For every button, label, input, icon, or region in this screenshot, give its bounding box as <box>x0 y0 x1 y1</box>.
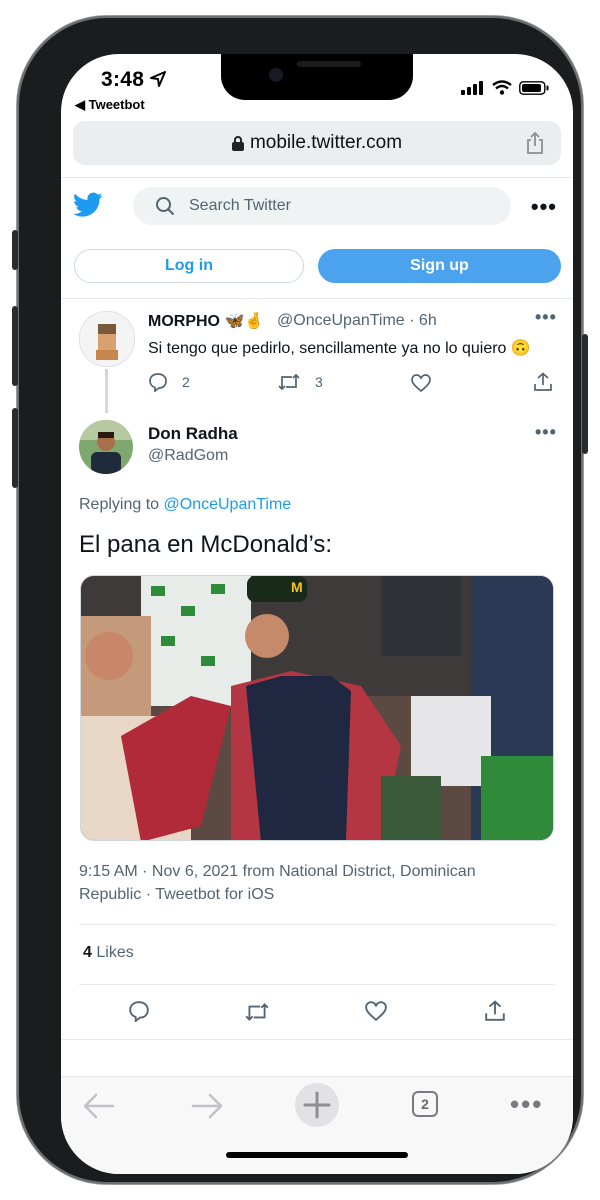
likes-count[interactable]: 4 Likes <box>83 944 134 962</box>
tweet-media-image[interactable]: M <box>80 575 554 841</box>
location-arrow-icon <box>150 71 167 87</box>
notch <box>221 54 413 100</box>
parent-reply-action[interactable]: 2 <box>148 372 190 392</box>
tweet-more-icon[interactable]: ••• <box>535 422 557 443</box>
tweet-text: El pana en McDonald’s: <box>79 531 333 558</box>
thread-line <box>105 369 108 413</box>
back-icon[interactable] <box>83 1093 115 1119</box>
twitter-logo-icon[interactable] <box>73 192 103 218</box>
wifi-icon <box>492 80 512 95</box>
status-time: 3:48 <box>101 68 167 92</box>
replying-to-link[interactable]: @OnceUpanTime <box>164 496 292 513</box>
share-icon[interactable] <box>525 131 545 155</box>
retweet-icon[interactable] <box>244 1001 270 1023</box>
lock-icon <box>231 135 244 151</box>
signup-button[interactable]: Sign up <box>318 249 561 283</box>
signal-icon <box>461 80 483 95</box>
parent-more-icon[interactable]: ••• <box>535 307 557 328</box>
url-bar[interactable]: mobile.twitter.com <box>73 121 561 165</box>
reply-icon[interactable] <box>128 1000 150 1022</box>
search-icon <box>156 197 175 216</box>
author-name[interactable]: Don Radha <box>148 424 238 444</box>
like-icon[interactable] <box>365 1001 387 1021</box>
author-handle[interactable]: @RadGom <box>148 447 228 465</box>
battery-icon <box>519 80 549 95</box>
home-indicator <box>226 1152 408 1158</box>
status-icons <box>461 80 549 95</box>
avatar-don-radha[interactable] <box>79 420 133 474</box>
search-placeholder: Search Twitter <box>189 197 291 214</box>
parent-author-handle[interactable]: @OnceUpanTime · 6h <box>277 312 437 330</box>
reply-icon <box>149 373 167 392</box>
parent-retweet-action[interactable]: 3 <box>277 372 323 392</box>
login-button[interactable]: Log in <box>74 249 304 283</box>
parent-like-icon[interactable] <box>411 374 431 392</box>
tabs-icon[interactable]: 2 <box>412 1091 438 1117</box>
share-tweet-icon[interactable] <box>484 1000 506 1022</box>
new-tab-icon[interactable] <box>295 1083 339 1127</box>
tweet-metadata: 9:15 AM · Nov 6, 2021 from National Dist… <box>79 863 476 903</box>
phone-frame: 3:48 ◀ Tweetbot mobile.twitter.com Searc… <box>12 16 588 1184</box>
avatar-morpho[interactable] <box>79 311 135 367</box>
forward-icon[interactable] <box>191 1093 223 1119</box>
retweet-icon <box>278 373 300 391</box>
more-icon[interactable]: ••• <box>531 194 557 220</box>
back-to-app-link[interactable]: ◀ Tweetbot <box>75 97 145 113</box>
screen: 3:48 ◀ Tweetbot mobile.twitter.com Searc… <box>61 54 573 1174</box>
menu-icon[interactable]: ••• <box>510 1089 543 1120</box>
parent-tweet-text: Si tengo que pedirlo, sencillamente ya n… <box>148 340 531 357</box>
browser-toolbar: 2 ••• <box>61 1076 573 1174</box>
parent-share-icon[interactable] <box>533 372 553 392</box>
replying-to: Replying to @OnceUpanTime <box>79 496 292 513</box>
parent-author-name[interactable]: MORPHO 🦋🤞 <box>148 311 264 331</box>
search-input[interactable]: Search Twitter <box>133 187 511 225</box>
url-text: mobile.twitter.com <box>249 132 403 153</box>
svg-text:M: M <box>291 579 303 595</box>
